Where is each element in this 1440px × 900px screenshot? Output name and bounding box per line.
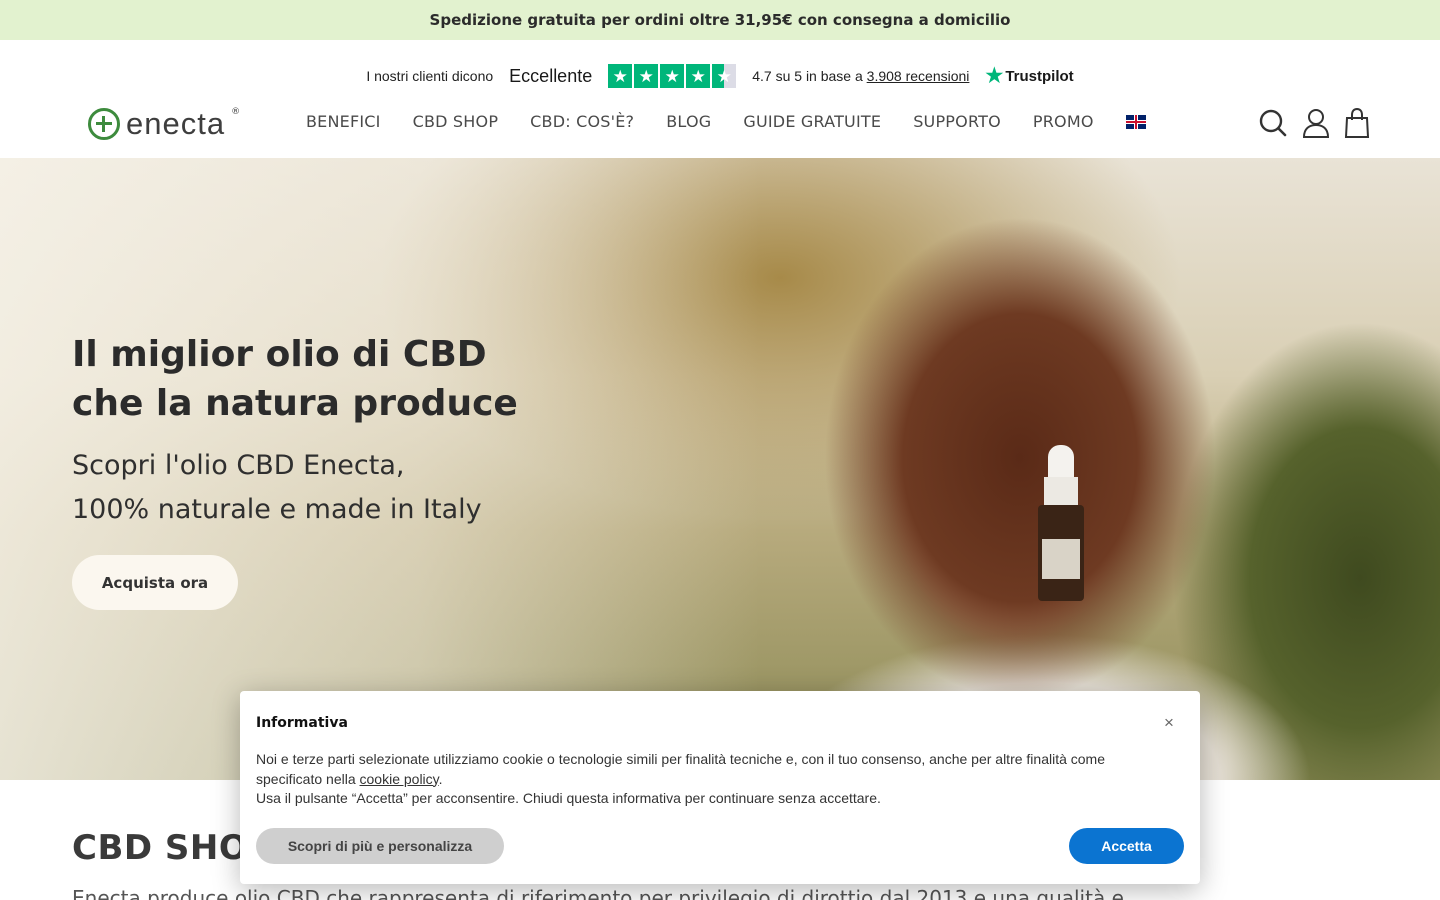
hero-subtitle: Scopri l'olio CBD Enecta, 100% naturale … [72,444,482,532]
promo-text: Spedizione gratuita per ordini oltre 31,… [429,11,1011,29]
hero-subtitle-line1: Scopri l'olio CBD Enecta, [72,450,405,481]
plus-circle-logo-icon [88,108,120,140]
enecta-logo[interactable]: enecta ® [88,106,240,142]
hero-title-line1: Il miglior olio di CBD [72,334,487,375]
nav-item-promo[interactable]: PROMO [1033,112,1094,131]
cookie-text-part2: . [438,770,443,787]
trustpilot-widget[interactable]: I nostri clienti dicono Eccellente ★ ★ ★… [0,62,1440,90]
accept-button[interactable]: Accetta [1069,828,1184,864]
hero-subtitle-line2: 100% naturale e made in Italy [72,494,482,525]
learn-more-button[interactable]: Scopri di più e personalizza [256,828,504,864]
logo-registered-mark: ® [231,107,241,117]
uk-flag-icon[interactable] [1125,114,1146,129]
cookie-text: Noi e terze parti selezionate utilizziam… [256,750,1156,809]
trustpilot-score: 4.7 su 5 in base a 3.908 recensioni [752,68,969,84]
nav-item-benefici[interactable]: BENEFICI [306,112,381,131]
cbd-oil-bottle-image [1036,445,1088,605]
star-icon: ★ [608,64,633,88]
hero-title-line2: che la natura produce [72,383,518,424]
half-star-icon: ★ [712,64,737,88]
hero-title: Il miglior olio di CBD che la natura pro… [72,330,518,428]
nav-item-cbd-shop[interactable]: CBD SHOP [413,112,499,131]
section-title: CBD SHO [72,828,249,868]
star-icon: ★ [686,64,711,88]
trustpilot-rating-word: Eccellente [509,65,593,86]
trustpilot-intro: I nostri clienti dicono [366,68,494,84]
nav-item-supporto[interactable]: SUPPORTO [913,112,1001,131]
trustpilot-score-text: 4.7 su 5 in base a [752,68,867,84]
buy-now-button[interactable]: Acquista ora [72,555,238,610]
close-icon[interactable]: × [1164,713,1174,733]
trustpilot-brand: Trustpilot [1005,67,1074,85]
cookie-policy-link[interactable]: cookie policy [360,771,439,787]
star-icon: ★ [660,64,685,88]
nav-item-blog[interactable]: BLOG [666,112,711,131]
header-icons [1258,108,1370,138]
nav-item-guide-gratuite[interactable]: GUIDE GRATUITE [743,112,881,131]
trustpilot-reviews-link[interactable]: 3.908 recensioni [867,68,970,84]
site-header: I nostri clienti dicono Eccellente ★ ★ ★… [0,40,1440,158]
section-text: Enecta produce olio CBD che rappresenta … [72,886,1124,900]
trustpilot-stars: ★ ★ ★ ★ ★ [608,64,737,88]
cookie-banner: Informativa × Noi e terze parti selezion… [240,691,1200,884]
cookie-text-line2: Usa il pulsante “Accetta” per acconsenti… [256,790,881,806]
main-nav: BENEFICI CBD SHOP CBD: COS'È? BLOG GUIDE… [306,112,1146,131]
search-icon[interactable] [1258,108,1288,138]
promo-bar: Spedizione gratuita per ordini oltre 31,… [0,0,1440,40]
logo-text: enecta [126,106,226,141]
bag-icon[interactable] [1344,108,1370,138]
star-icon: ★ [634,64,659,88]
trustpilot-logo[interactable]: ★ Trustpilot [985,66,1073,86]
trustpilot-star-icon: ★ [985,65,1004,87]
nav-item-cbd-cose[interactable]: CBD: COS'È? [530,112,634,131]
cookie-title: Informativa [256,715,348,731]
user-icon[interactable] [1302,108,1330,138]
